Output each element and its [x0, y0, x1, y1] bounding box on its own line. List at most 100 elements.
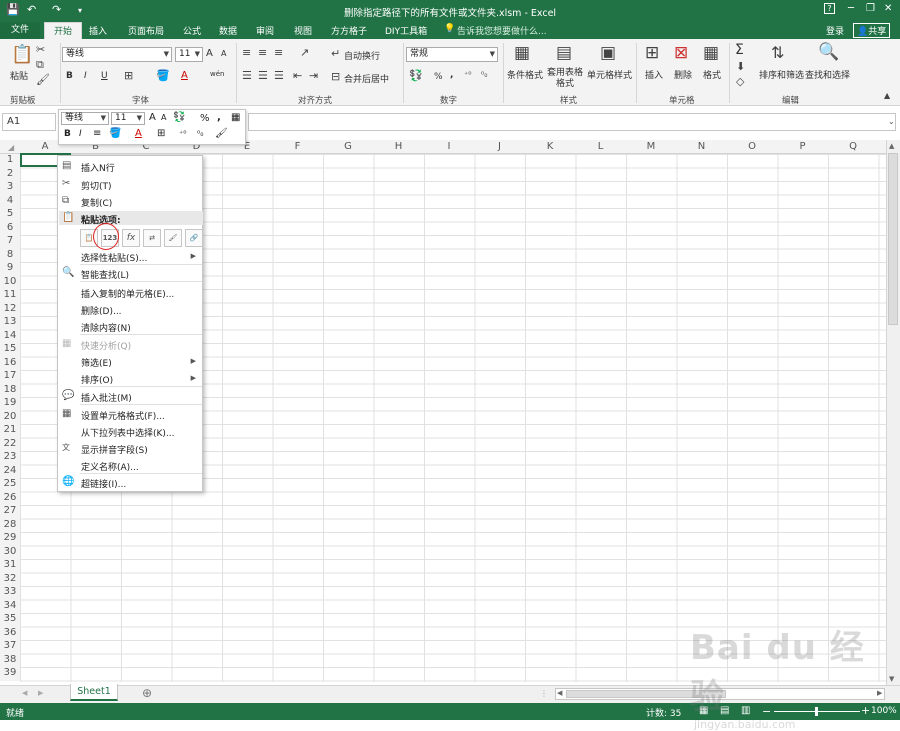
tell-me-input[interactable]: 告诉我您想要做什么...: [457, 24, 547, 37]
align-top-icon[interactable]: ≡: [242, 46, 251, 59]
insert-cells-button[interactable]: 插入: [645, 68, 663, 81]
copy-icon[interactable]: ⧉: [36, 58, 44, 72]
menu-delete[interactable]: 删除(D)...: [81, 304, 122, 317]
row-header-14[interactable]: 14: [0, 329, 20, 343]
row-header-9[interactable]: 9: [0, 262, 20, 276]
column-header-l[interactable]: L: [576, 141, 626, 154]
row-header-31[interactable]: 31: [0, 559, 20, 573]
merge-center-button[interactable]: 合并后居中: [344, 72, 389, 85]
cut-icon[interactable]: ✂: [36, 43, 45, 56]
tab-split-icon[interactable]: ⋮: [540, 689, 548, 698]
tab-file[interactable]: 文件: [0, 22, 40, 39]
row-header-15[interactable]: 15: [0, 343, 20, 357]
format-cells-icon[interactable]: ▦: [703, 43, 719, 63]
bold-button[interactable]: B: [66, 71, 73, 81]
borders-icon[interactable]: ⊞: [124, 69, 133, 82]
minimize-button[interactable]: ─: [848, 3, 854, 14]
column-header-g[interactable]: G: [323, 141, 373, 154]
column-header-k[interactable]: K: [525, 141, 575, 154]
fill-color-icon[interactable]: 🪣: [156, 69, 170, 82]
paste-transpose-icon[interactable]: ⇄: [143, 229, 161, 247]
next-sheet-icon[interactable]: ▶: [38, 689, 43, 697]
row-header-33[interactable]: 33: [0, 586, 20, 600]
menu-cut[interactable]: 剪切(T): [81, 179, 112, 192]
row-header-37[interactable]: 37: [0, 640, 20, 654]
restore-button[interactable]: ❐: [866, 3, 875, 14]
column-header-m[interactable]: M: [626, 141, 676, 154]
conditional-format-icon[interactable]: ▦: [514, 43, 530, 63]
row-header-12[interactable]: 12: [0, 302, 20, 316]
mini-comma-button[interactable]: ,: [217, 112, 221, 123]
row-header-13[interactable]: 13: [0, 316, 20, 330]
tab-page-layout[interactable]: 页面布局: [128, 24, 164, 37]
row-header-4[interactable]: 4: [0, 194, 20, 208]
currency-icon[interactable]: 💱: [409, 69, 423, 82]
sign-in-link[interactable]: 登录: [826, 24, 844, 37]
tab-view[interactable]: 视图: [294, 24, 312, 37]
comma-button[interactable]: ,: [450, 70, 453, 80]
row-header-7[interactable]: 7: [0, 235, 20, 249]
mini-number-format-icon[interactable]: 💱: [173, 112, 185, 123]
menu-sort[interactable]: 排序(O): [81, 373, 113, 386]
column-header-j[interactable]: J: [475, 141, 525, 154]
mini-italic-icon[interactable]: I: [79, 129, 82, 139]
percent-button[interactable]: %: [434, 72, 443, 82]
close-button[interactable]: ✕: [884, 3, 892, 14]
menu-hyperlink[interactable]: 超链接(I)...: [81, 477, 126, 490]
align-middle-icon[interactable]: ≡: [258, 46, 267, 59]
column-header-p[interactable]: P: [778, 141, 828, 154]
row-header-23[interactable]: 23: [0, 451, 20, 465]
decrease-indent-icon[interactable]: ⇤: [293, 69, 302, 82]
menu-insert-copied-cells[interactable]: 插入复制的单元格(E)...: [81, 287, 174, 300]
conditional-format-button[interactable]: 条件格式: [507, 68, 543, 81]
row-header-36[interactable]: 36: [0, 626, 20, 640]
paste-formulas-icon[interactable]: fx: [122, 229, 140, 247]
row-header-19[interactable]: 19: [0, 397, 20, 411]
align-bottom-icon[interactable]: ≡: [274, 46, 283, 59]
row-header-29[interactable]: 29: [0, 532, 20, 546]
column-header-i[interactable]: I: [424, 141, 474, 154]
scroll-right-icon[interactable]: ▶: [877, 689, 882, 697]
fill-icon[interactable]: ⬇: [736, 60, 745, 73]
row-header-26[interactable]: 26: [0, 491, 20, 505]
row-header-1[interactable]: 1: [0, 154, 20, 168]
column-header-o[interactable]: O: [727, 141, 777, 154]
menu-clear-contents[interactable]: 清除内容(N): [81, 321, 131, 334]
mini-bold-icon[interactable]: B: [64, 129, 71, 139]
row-header-2[interactable]: 2: [0, 167, 20, 181]
mini-percent-button[interactable]: %: [200, 113, 210, 124]
mini-fill-color-icon[interactable]: 🪣: [109, 128, 121, 139]
menu-smart-lookup[interactable]: 智能查找(L): [81, 268, 129, 281]
paste-icon[interactable]: 📋: [11, 44, 33, 65]
row-header-18[interactable]: 18: [0, 383, 20, 397]
row-header-28[interactable]: 28: [0, 518, 20, 532]
row-header-20[interactable]: 20: [0, 410, 20, 424]
tab-data[interactable]: 数据: [219, 24, 237, 37]
orientation-icon[interactable]: ↗: [300, 46, 309, 59]
menu-pick-from-list[interactable]: 从下拉列表中选择(K)...: [81, 426, 175, 439]
autosum-button[interactable]: Σ: [735, 42, 744, 58]
align-left-icon[interactable]: ☰: [242, 69, 252, 82]
menu-filter[interactable]: 筛选(E): [81, 356, 112, 369]
mini-borders-icon[interactable]: ⊞: [157, 128, 165, 139]
shrink-font-button[interactable]: A: [221, 49, 226, 58]
row-header-16[interactable]: 16: [0, 356, 20, 370]
insert-cells-icon[interactable]: ⊞: [645, 43, 659, 63]
tab-review[interactable]: 审阅: [256, 24, 274, 37]
mini-font-combo[interactable]: 等线 ▼: [61, 112, 109, 125]
tab-fangfang[interactable]: 方方格子: [331, 24, 367, 37]
sort-filter-button[interactable]: 排序和筛选: [759, 68, 804, 81]
menu-copy[interactable]: 复制(C): [81, 196, 112, 209]
mini-format-painter-icon[interactable]: ▦: [231, 112, 240, 123]
cell-styles-icon[interactable]: ▣: [600, 43, 616, 63]
menu-paste-special[interactable]: 选择性粘贴(S)...: [81, 251, 147, 264]
delete-cells-button[interactable]: 删除: [674, 68, 692, 81]
share-button[interactable]: 👤共享: [853, 23, 891, 38]
row-header-8[interactable]: 8: [0, 248, 20, 262]
vertical-scroll-thumb[interactable]: [888, 153, 898, 325]
sheet-tab-sheet1[interactable]: Sheet1: [70, 684, 118, 701]
table-format-icon[interactable]: ▤: [556, 43, 572, 63]
row-header-25[interactable]: 25: [0, 478, 20, 492]
row-header-27[interactable]: 27: [0, 505, 20, 519]
mini-shrink-font-icon[interactable]: A: [161, 113, 166, 122]
